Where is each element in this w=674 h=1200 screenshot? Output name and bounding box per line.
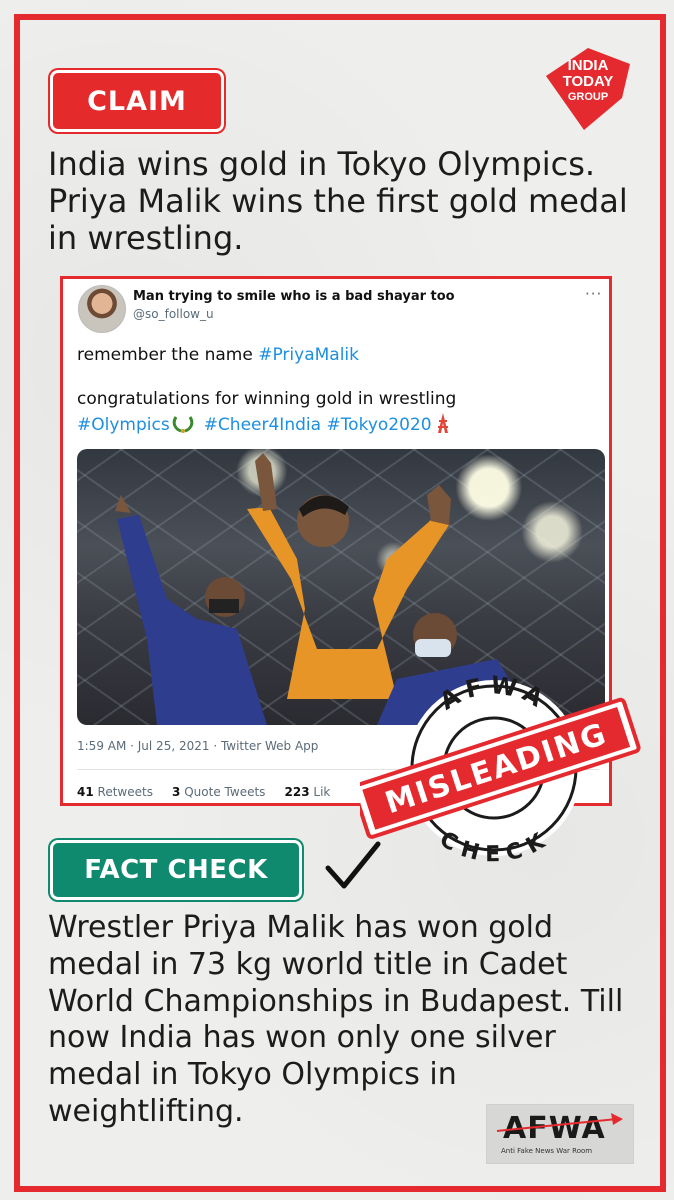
- india-today-group-logo: INDIA TODAY GROUP: [540, 46, 636, 132]
- hashtag-olympics: #Olympics: [77, 415, 170, 435]
- tweet-line-2: congratulations for winning gold in wres…: [77, 389, 457, 409]
- retweets-label[interactable]: Retweets: [98, 785, 153, 799]
- svg-text:INDIA: INDIA: [568, 57, 609, 74]
- svg-text:GROUP: GROUP: [568, 91, 608, 103]
- avatar: [78, 285, 126, 333]
- claim-badge: CLAIM: [50, 70, 224, 132]
- quote-tweets-count: 3: [172, 785, 181, 799]
- hashtag-cheer4india: #Cheer4India: [203, 415, 322, 435]
- retweets-count: 41: [77, 785, 94, 799]
- tweet-text: remember the name: [77, 345, 259, 365]
- likes-count: 223: [284, 785, 310, 799]
- more-dots-icon: ···: [585, 285, 603, 303]
- olympics-wreath-icon: [172, 415, 194, 438]
- hashtag-priyamalik: #PriyaMalik: [258, 345, 359, 365]
- likes-label[interactable]: Lik: [313, 785, 330, 799]
- tweet-display-name: Man trying to smile who is a bad shayar …: [133, 289, 455, 304]
- svg-text:TODAY: TODAY: [563, 73, 614, 90]
- afwa-logo-subtitle: Anti Fake News War Room: [501, 1147, 593, 1155]
- tokyo-tower-icon: [436, 413, 450, 438]
- claim-text: India wins gold in Tokyo Olympics. Priya…: [48, 145, 628, 257]
- afwa-logo: AFWA Anti Fake News War Room: [486, 1104, 634, 1164]
- tweet-handle: @so_follow_u: [133, 307, 214, 321]
- quote-tweets-label[interactable]: Quote Tweets: [184, 785, 265, 799]
- tweet-timestamp: 1:59 AM · Jul 25, 2021 · Twitter Web App: [77, 739, 319, 753]
- checkmark-icon: [322, 838, 382, 894]
- tweet-stats: 41 Retweets 3 Quote Tweets 223 Lik: [77, 785, 330, 799]
- hashtag-tokyo2020: #Tokyo2020: [326, 415, 432, 435]
- fact-check-badge: FACT CHECK: [50, 840, 302, 900]
- misleading-stamp: AFWA CHECK MISLEADING: [351, 668, 660, 868]
- tweet-line-3: #Olympics #Cheer4India #Tokyo2020: [77, 413, 450, 438]
- fact-check-text: Wrestler Priya Malik has won gold medal …: [48, 910, 624, 1129]
- tweet-line-1: remember the name #PriyaMalik: [77, 345, 359, 365]
